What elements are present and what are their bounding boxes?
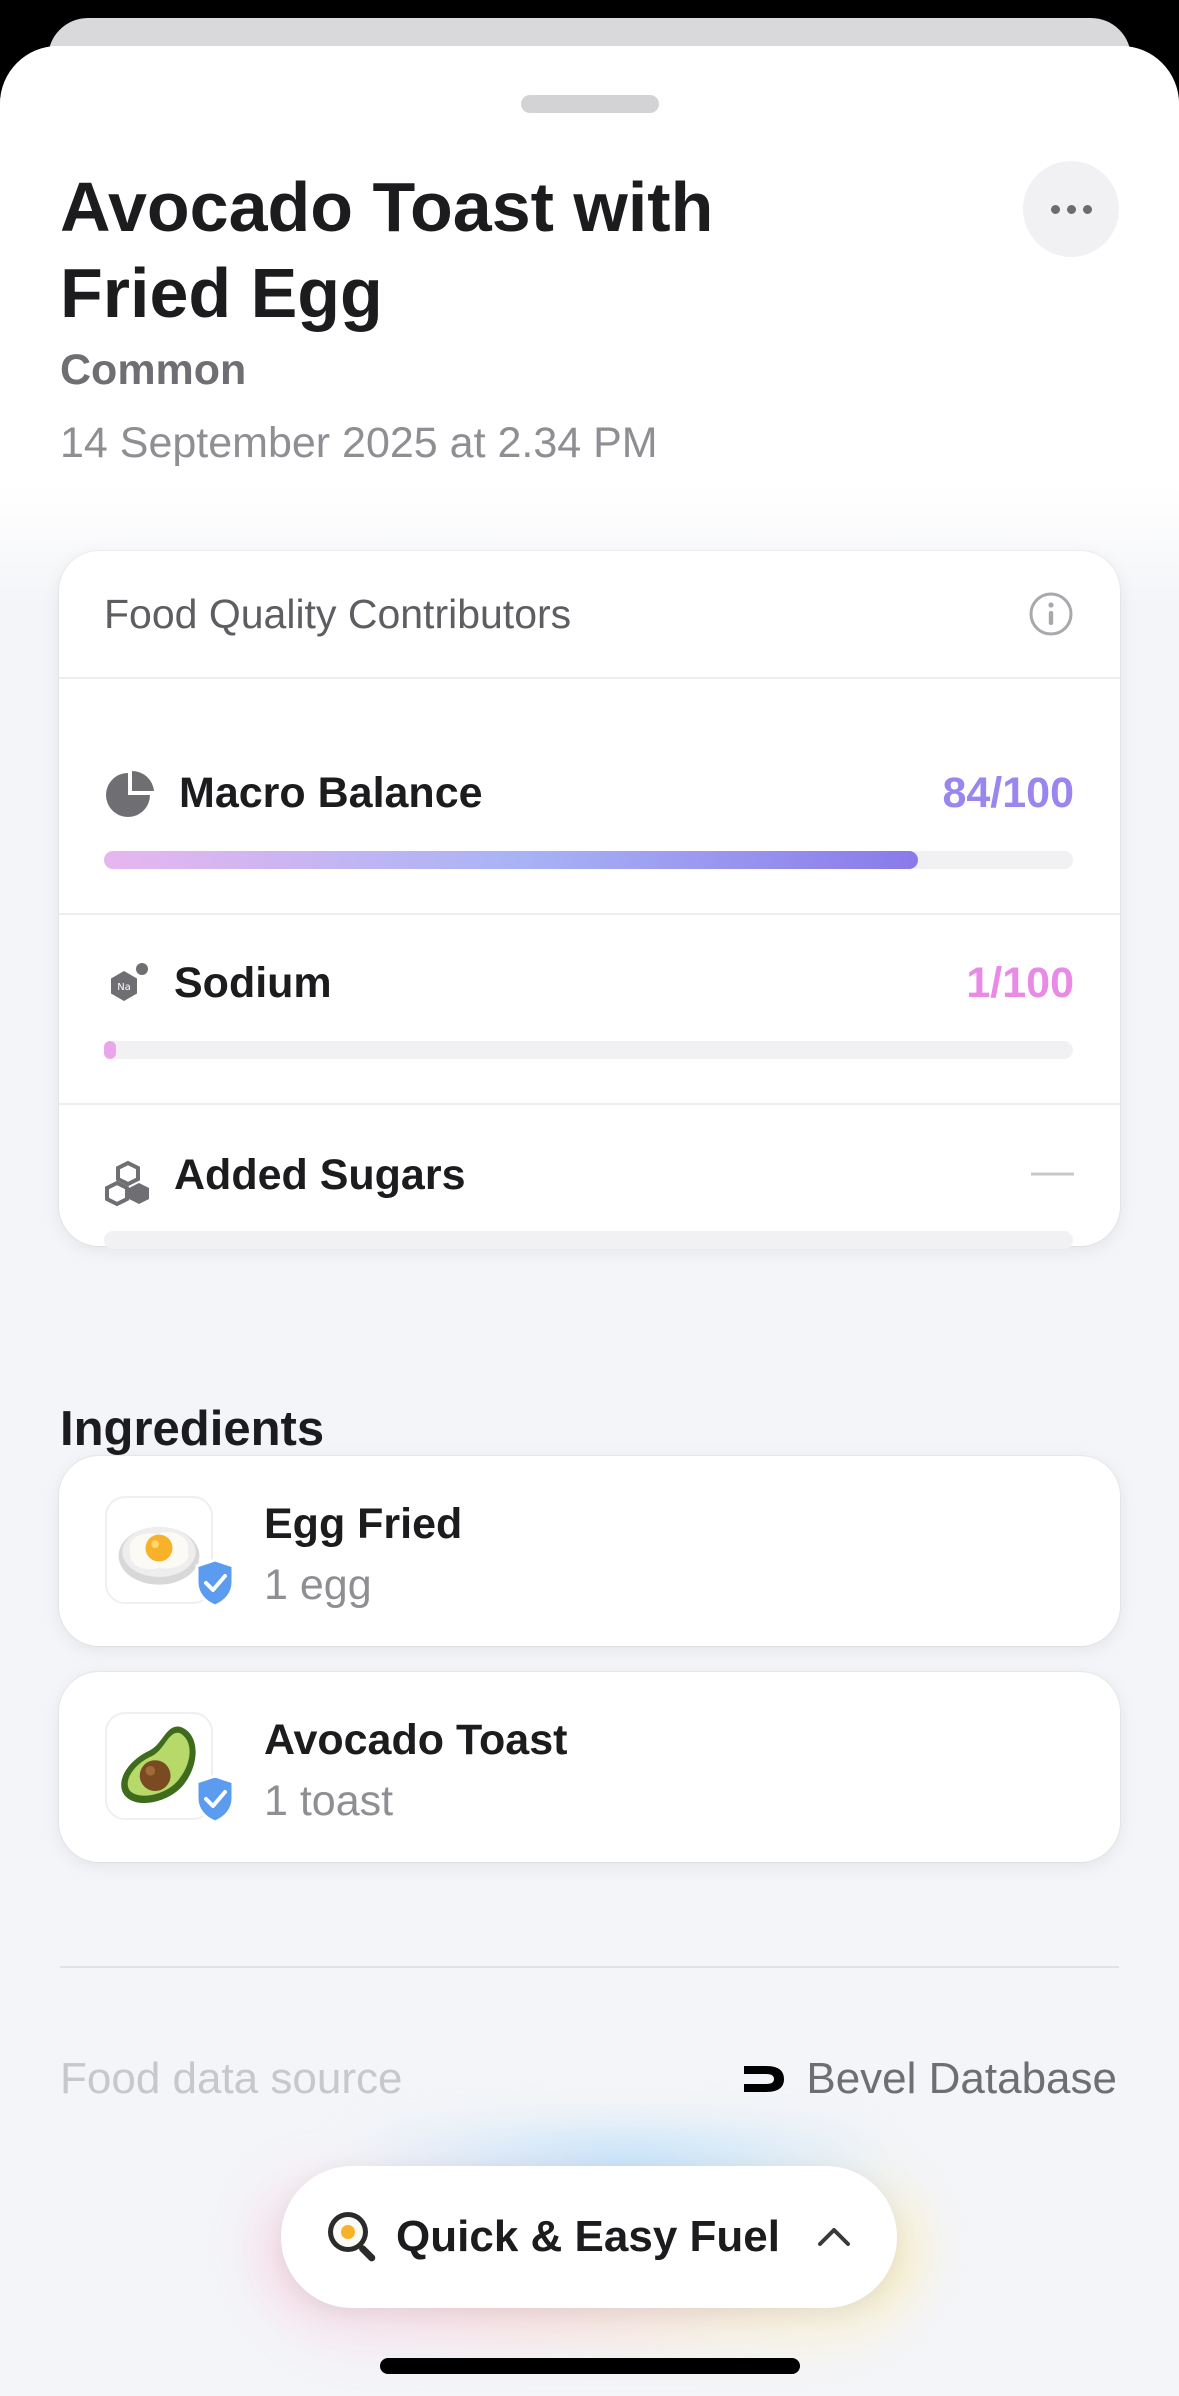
contributor-score: 84/100 xyxy=(942,769,1074,817)
footer-divider xyxy=(60,1966,1119,1968)
score-fill xyxy=(104,851,918,869)
score-track xyxy=(104,1041,1073,1059)
source-label: Food data source xyxy=(60,2054,403,2103)
contributor-score: 1/100 xyxy=(966,959,1074,1007)
ingredient-quantity: 1 egg xyxy=(264,1561,372,1609)
meal-title: Avocado Toast with Fried Egg xyxy=(60,168,714,332)
contributor-label: Sodium xyxy=(174,959,332,1007)
info-icon[interactable] xyxy=(1028,591,1074,637)
meal-datetime: 14 September 2025 at 2.34 PM xyxy=(60,419,658,467)
ingredient-name: Avocado Toast xyxy=(264,1716,568,1764)
more-options-button[interactable] xyxy=(1023,161,1119,257)
food-quality-header: Food Quality Contributors xyxy=(104,591,572,637)
contributor-label: Macro Balance xyxy=(179,769,483,817)
ingredients-title: Ingredients xyxy=(60,1402,325,1456)
verified-badge-icon xyxy=(195,1774,235,1824)
contributor-score: — xyxy=(1031,1147,1074,1195)
divider xyxy=(59,677,1120,679)
source-name: Bevel Database xyxy=(806,2054,1117,2103)
frying-pan-egg-icon xyxy=(328,2212,376,2262)
food-quality-card: Food Quality Contributors Macro Balance … xyxy=(59,551,1120,1249)
bevel-logo-icon xyxy=(744,2066,785,2092)
pie-chart-icon xyxy=(106,770,154,817)
ingredient-item[interactable]: Egg Fried 1 egg xyxy=(59,1456,1120,1646)
collection-pill-button[interactable]: Quick & Easy Fuel xyxy=(281,2166,897,2308)
score-fill xyxy=(104,1041,116,1059)
meal-detail-sheet: Avocado Toast with Fried Egg Common 14 S… xyxy=(0,46,1179,2396)
ellipsis-icon xyxy=(1050,204,1060,214)
score-track xyxy=(104,851,1073,869)
divider xyxy=(59,913,1120,915)
sugar-cubes-icon xyxy=(105,1160,149,1207)
pill-label: Quick & Easy Fuel xyxy=(396,2212,780,2261)
ingredient-item[interactable]: Avocado Toast 1 toast xyxy=(59,1672,1120,1862)
sodium-icon: Na xyxy=(111,963,148,1001)
chevron-up-icon xyxy=(817,2228,850,2246)
score-track xyxy=(104,1231,1073,1249)
ingredient-name: Egg Fried xyxy=(264,1500,463,1548)
sheet-grabber[interactable] xyxy=(521,95,659,113)
meal-category: Common xyxy=(60,346,247,394)
ingredient-quantity: 1 toast xyxy=(264,1777,394,1825)
contributor-label: Added Sugars xyxy=(174,1151,466,1199)
source-value[interactable]: Bevel Database xyxy=(740,2054,1117,2104)
home-indicator xyxy=(380,2358,800,2374)
svg-text:Na: Na xyxy=(117,982,131,993)
verified-badge-icon xyxy=(195,1558,235,1608)
divider xyxy=(59,1103,1120,1105)
